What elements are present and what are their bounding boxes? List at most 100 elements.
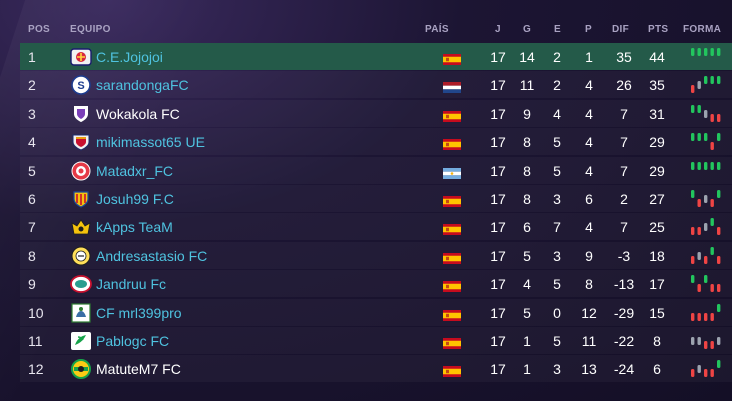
- position: 3: [28, 105, 36, 122]
- table-row[interactable]: 6 Josuh99 F.C 17 8 3 6 2 27: [20, 185, 732, 212]
- col-g[interactable]: G: [523, 24, 531, 35]
- col-j[interactable]: J: [495, 24, 501, 35]
- goal-difference: -13: [613, 276, 635, 293]
- played: 17: [490, 77, 506, 94]
- league-table: POS EQUIPO PAÍS J G E P DIF PTS FORMA 1 C…: [20, 16, 732, 384]
- lost: 4: [585, 77, 593, 94]
- team-crest-icon[interactable]: [70, 302, 92, 323]
- points: 35: [649, 77, 665, 94]
- played: 17: [490, 332, 506, 349]
- team-crest-icon[interactable]: S: [70, 75, 92, 96]
- col-pts[interactable]: PTS: [648, 24, 668, 35]
- team-crest-icon[interactable]: [70, 132, 92, 152]
- lost: 8: [585, 276, 593, 293]
- team-crest-icon[interactable]: [70, 217, 92, 237]
- goal-difference: 7: [620, 105, 628, 122]
- drawn: 3: [553, 247, 561, 264]
- won: 1: [523, 361, 531, 378]
- spain-flag-icon: [443, 251, 461, 264]
- col-dif[interactable]: DIF: [612, 24, 629, 35]
- points: 17: [649, 276, 665, 293]
- table-row[interactable]: 1 C.E.Jojojoi 17 14 2 1 35 44: [20, 43, 732, 70]
- points: 29: [649, 162, 665, 179]
- goal-difference: -29: [613, 304, 635, 321]
- team-name[interactable]: kApps TeaM: [96, 219, 173, 235]
- played: 17: [490, 134, 506, 151]
- team-name[interactable]: sarandongaFC: [96, 77, 189, 93]
- table-row[interactable]: 9 Jandruu Fc 17 4 5 8 -13 17: [20, 270, 732, 297]
- won: 8: [523, 134, 531, 151]
- goal-difference: -22: [613, 332, 635, 349]
- position: 11: [28, 332, 43, 349]
- col-pais[interactable]: PAÍS: [425, 24, 449, 35]
- team-name[interactable]: MatuteM7 FC: [96, 361, 181, 377]
- table-row[interactable]: 7 kApps TeaM 17 6 7 4 7 25: [20, 213, 732, 240]
- table-row[interactable]: 8 Andresastasio FC 17 5 3 9 -3 18: [20, 242, 732, 269]
- col-p[interactable]: P: [585, 24, 592, 35]
- team-name[interactable]: mikimassot65 UE: [96, 134, 205, 150]
- table-row[interactable]: 11 Pablogc FC 17 1 5 11 -22 8: [20, 327, 732, 354]
- form-indicator: [688, 74, 724, 95]
- drawn: 3: [553, 361, 561, 378]
- table-row[interactable]: 3 Wokakola FC 17 9 4 4 7 31: [20, 100, 732, 127]
- form-indicator: [688, 273, 724, 294]
- table-row[interactable]: 10 CF mrl399pro 17 5 0 12 -29 15: [20, 299, 732, 326]
- won: 8: [523, 162, 531, 179]
- team-crest-icon[interactable]: [70, 161, 92, 181]
- lost: 11: [581, 332, 597, 349]
- col-pos[interactable]: POS: [28, 24, 50, 35]
- drawn: 5: [553, 162, 561, 179]
- position: 7: [28, 219, 36, 236]
- col-e[interactable]: E: [554, 24, 561, 35]
- team-crest-icon[interactable]: [70, 359, 92, 380]
- team-name[interactable]: Wokakola FC: [96, 106, 180, 122]
- team-crest-icon[interactable]: [70, 274, 92, 294]
- drawn: 4: [553, 105, 561, 122]
- team-name[interactable]: Jandruu Fc: [96, 276, 166, 292]
- lost: 4: [585, 162, 593, 179]
- table-row[interactable]: 2 SsarandongaFC 17 11 2 4 26 35: [20, 71, 732, 98]
- team-name[interactable]: Pablogc FC: [96, 333, 169, 349]
- lost: 13: [581, 361, 597, 378]
- lost: 4: [585, 134, 593, 151]
- spain-flag-icon: [443, 194, 461, 207]
- team-name[interactable]: Andresastasio FC: [96, 248, 207, 264]
- table-row[interactable]: 5 Matadxr_FC 17 8 5 4 7 29: [20, 157, 732, 184]
- points: 29: [649, 134, 665, 151]
- team-name[interactable]: C.E.Jojojoi: [96, 49, 163, 65]
- form-indicator: [688, 245, 724, 266]
- spain-flag-icon: [443, 336, 461, 349]
- lost: 4: [585, 219, 593, 236]
- team-crest-icon[interactable]: [70, 47, 92, 67]
- team-name[interactable]: Josuh99 F.C: [96, 191, 174, 207]
- table-row[interactable]: 4 mikimassot65 UE 17 8 5 4 7 29: [20, 128, 732, 155]
- drawn: 7: [553, 219, 561, 236]
- col-forma[interactable]: FORMA: [683, 24, 721, 35]
- team-crest-icon[interactable]: [70, 331, 92, 351]
- played: 17: [490, 162, 506, 179]
- team-crest-icon[interactable]: [70, 246, 92, 266]
- position: 2: [28, 77, 36, 94]
- played: 17: [490, 105, 506, 122]
- team-crest-icon[interactable]: [70, 104, 92, 124]
- team-name[interactable]: CF mrl399pro: [96, 305, 182, 321]
- form-indicator: [688, 188, 724, 209]
- position: 12: [28, 361, 44, 378]
- lost: 4: [585, 105, 593, 122]
- form-indicator: [688, 358, 724, 379]
- table-row[interactable]: 12 MatuteM7 FC 17 1 3 13 -24 6: [20, 355, 732, 382]
- played: 17: [490, 276, 506, 293]
- drawn: 0: [553, 304, 561, 321]
- played: 17: [490, 361, 506, 378]
- position: 10: [28, 304, 44, 321]
- points: 15: [649, 304, 665, 321]
- drawn: 5: [553, 332, 561, 349]
- goal-difference: 7: [620, 162, 628, 179]
- won: 14: [519, 49, 535, 65]
- team-crest-icon[interactable]: [70, 189, 92, 209]
- lost: 6: [585, 190, 593, 207]
- spain-flag-icon: [443, 109, 461, 122]
- goal-difference: 7: [620, 134, 628, 151]
- team-name[interactable]: Matadxr_FC: [96, 163, 173, 179]
- col-equipo[interactable]: EQUIPO: [70, 24, 111, 35]
